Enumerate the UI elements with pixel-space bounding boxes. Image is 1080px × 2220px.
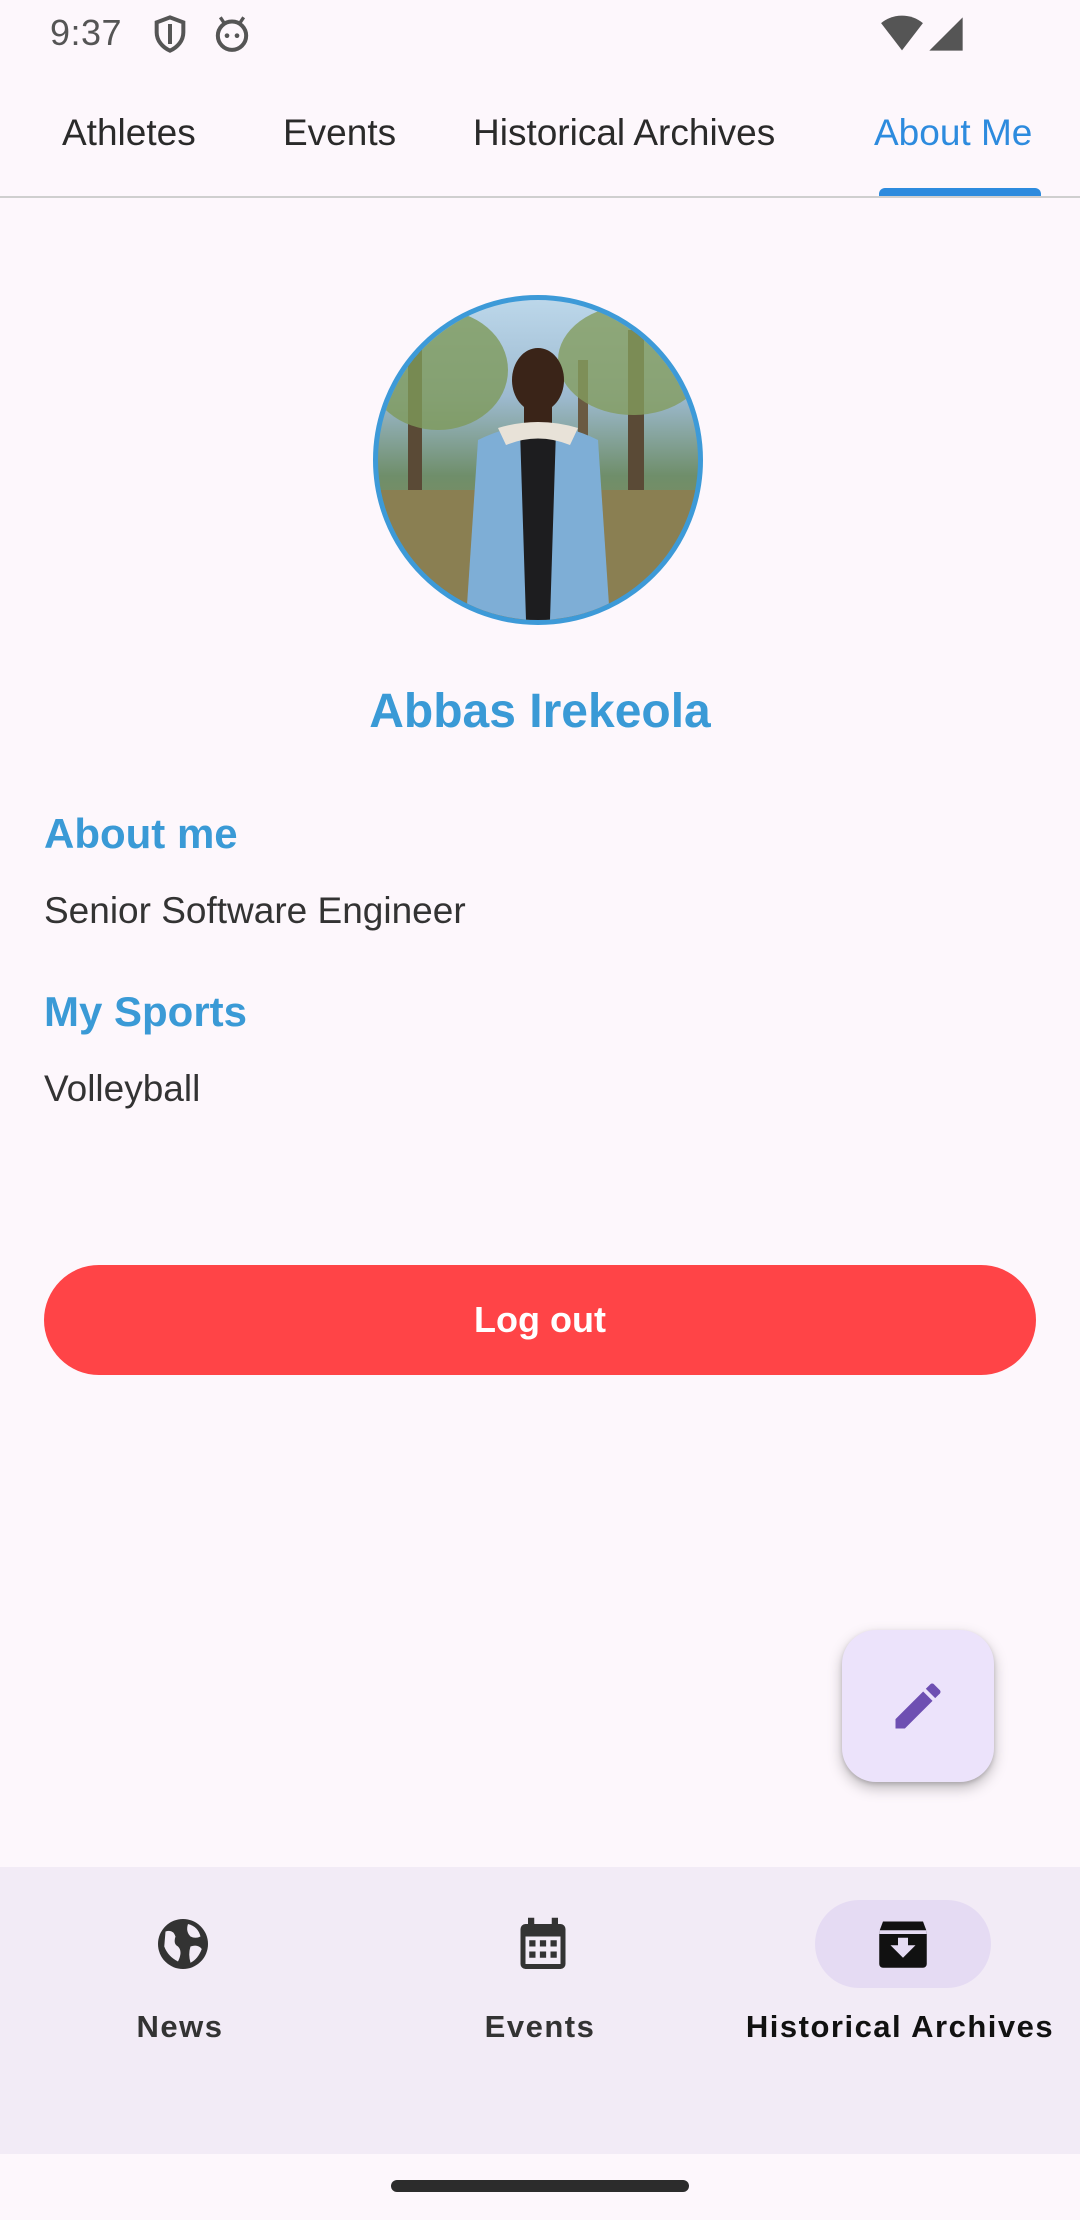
nav-item-news[interactable]: News [0,1867,360,2154]
my-sports-heading: My Sports [44,988,248,1035]
nav-label-events: Events [484,2009,596,2044]
globe-icon [158,1919,208,1969]
logout-button[interactable]: Log out [44,1265,1036,1375]
top-tab-bar: Athletes Events Historical Archives Abou… [0,100,1080,198]
bottom-navigation: News Events Historical Archives [0,1867,1080,2154]
shield-icon [150,14,190,54]
android-icon [212,14,252,54]
edit-profile-button[interactable] [842,1630,994,1782]
nav-label-historical-archives: Historical Archives [745,2009,1055,2044]
my-sports-text: Volleyball [44,1068,201,1109]
home-indicator[interactable] [391,2180,689,2192]
tab-about-me[interactable]: About Me [874,100,1032,196]
signal-icon [926,14,966,54]
archive-icon [879,1921,927,1968]
nav-item-events[interactable]: Events [360,1867,720,2154]
nav-label-news: News [136,2009,224,2044]
about-me-heading: About me [44,810,238,857]
calendar-icon [520,1917,566,1969]
pencil-icon [895,1683,941,1729]
active-tab-indicator [879,188,1041,196]
tab-events[interactable]: Events [283,100,396,196]
nav-item-historical-archives[interactable]: Historical Archives [720,1867,1080,2154]
tab-historical-archives[interactable]: Historical Archives [473,100,775,196]
about-me-text: Senior Software Engineer [44,890,466,931]
wifi-icon [880,14,924,54]
status-bar: 9:37 [0,0,1080,70]
tab-athletes[interactable]: Athletes [62,100,196,196]
profile-name: Abbas Irekeola [369,685,711,738]
status-time: 9:37 [50,12,123,53]
avatar [373,295,703,625]
